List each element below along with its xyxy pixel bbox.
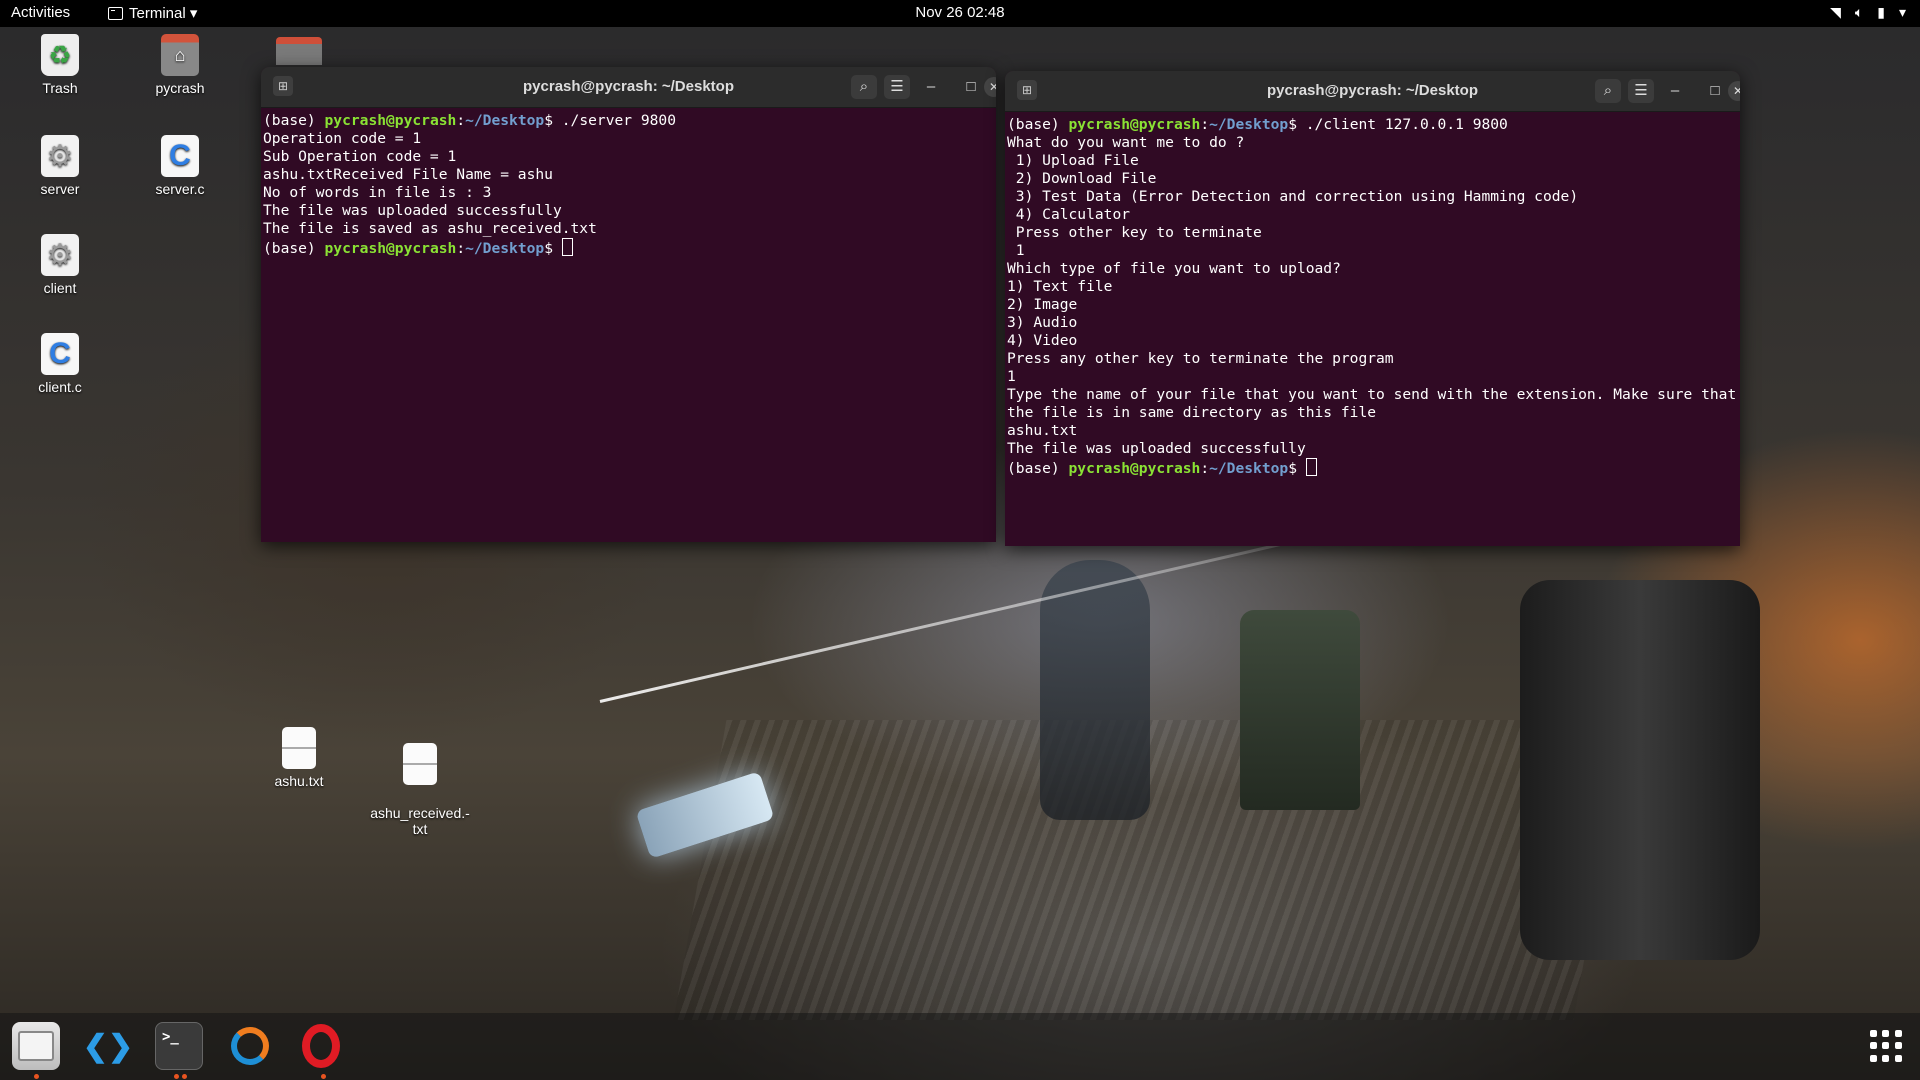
- wallpaper-bin: [1240, 610, 1360, 810]
- prompt-separator: :: [1200, 116, 1210, 133]
- prompt-path: ~/Desktop: [465, 112, 545, 129]
- desktop-icon-pycrash[interactable]: ⌂ pycrash: [130, 34, 230, 96]
- desktop-icon-label: Trash: [42, 80, 78, 96]
- c-source-icon: C: [161, 135, 199, 177]
- prompt-path: ~/Desktop: [1209, 116, 1289, 133]
- running-indicator: [321, 1074, 326, 1079]
- desktop-icon-label: client: [43, 280, 77, 296]
- prompt-end: $: [544, 240, 562, 257]
- prompt-user: pycrash@pycrash: [324, 112, 457, 129]
- prompt-base: (base): [1007, 460, 1069, 477]
- opera-ring: [302, 1024, 340, 1068]
- terminal-icon: [108, 6, 123, 20]
- search-icon[interactable]: ⌕: [851, 75, 877, 99]
- desktop-icon-trash[interactable]: ♻ Trash: [10, 34, 110, 96]
- wifi-icon: ◥: [1830, 4, 1841, 20]
- minimize-icon[interactable]: –: [918, 75, 944, 99]
- executable-icon: ⚙: [41, 234, 79, 276]
- executable-icon: ⚙: [41, 135, 79, 177]
- folder-icon[interactable]: [276, 37, 322, 65]
- desktop-icon-server[interactable]: ⚙ server: [10, 135, 110, 197]
- clock[interactable]: Nov 26 02:48: [915, 4, 1004, 21]
- menu-icon[interactable]: ☰: [884, 75, 910, 99]
- cursor: [561, 238, 573, 256]
- desktop-icon-label: server: [40, 181, 80, 197]
- prompt-base: (base): [263, 112, 325, 129]
- program-output: What do you want me to do ? 1) Upload Fi…: [1007, 134, 1737, 457]
- running-indicator: [34, 1074, 39, 1079]
- prompt-path: ~/Desktop: [1209, 460, 1289, 477]
- files-icon[interactable]: [12, 1022, 60, 1070]
- text-file-icon: [282, 727, 316, 769]
- dock: [0, 1013, 1920, 1080]
- prompt-separator: :: [1200, 460, 1210, 477]
- software-updater-icon[interactable]: [226, 1022, 274, 1070]
- desktop-icon-label: ashu_received.- txt: [370, 805, 470, 837]
- desktop-icon-client-c[interactable]: C client.c: [10, 333, 110, 395]
- desktop-icon-ashu-received[interactable]: ashu_received.- txt: [370, 727, 470, 853]
- terminal-window-client[interactable]: ⊞ pycrash@pycrash: ~/Desktop ⌕ ☰ – □ ✕ (…: [1005, 71, 1740, 546]
- clock-container: Nov 26 02:48: [0, 4, 1920, 21]
- prompt-separator: :: [456, 240, 466, 257]
- text-file-icon: [403, 743, 437, 785]
- top-bar: Activities Terminal ▾ Nov 26 02:48 ◥ 🔈︎ …: [0, 0, 1920, 27]
- battery-icon: ▮: [1877, 4, 1885, 20]
- volume-icon: 🔈︎: [1854, 4, 1864, 20]
- minimize-icon[interactable]: –: [1662, 79, 1688, 103]
- desktop-icon-ashu-txt[interactable]: ashu.txt: [249, 727, 349, 789]
- maximize-icon[interactable]: □: [958, 75, 984, 99]
- desktop-icon-server-c[interactable]: C server.c: [130, 135, 230, 197]
- prompt-user: pycrash@pycrash: [1068, 460, 1201, 477]
- desktop-icon-client[interactable]: ⚙ client: [10, 234, 110, 296]
- maximize-icon[interactable]: □: [1702, 79, 1728, 103]
- titlebar[interactable]: ⊞ pycrash@pycrash: ~/Desktop ⌕ ☰ – □ ✕: [1005, 71, 1740, 112]
- activities-button[interactable]: Activities: [11, 4, 70, 21]
- terminal-icon[interactable]: >_: [155, 1022, 203, 1070]
- terminal-output[interactable]: (base) pycrash@pycrash:~/Desktop$ ./serv…: [261, 108, 996, 262]
- c-source-icon: C: [41, 333, 79, 375]
- prompt-base: (base): [263, 240, 325, 257]
- wallpaper-barrel: [1520, 580, 1760, 960]
- terminal-output[interactable]: (base) pycrash@pycrash:~/Desktop$ ./clie…: [1005, 112, 1740, 482]
- wallpaper-figure: [1040, 560, 1150, 820]
- prompt-path: ~/Desktop: [465, 240, 545, 257]
- app-menu[interactable]: Terminal ▾: [108, 4, 197, 22]
- titlebar[interactable]: ⊞ pycrash@pycrash: ~/Desktop ⌕ ☰ – □ ✕: [261, 67, 996, 108]
- search-icon[interactable]: ⌕: [1595, 79, 1621, 103]
- status-menu[interactable]: ◥ 🔈︎ ▮ ▾: [1830, 4, 1906, 21]
- cursor: [1305, 458, 1317, 476]
- running-indicator: [182, 1074, 187, 1079]
- wallpaper-street: [673, 720, 1627, 1020]
- show-applications-icon[interactable]: [1870, 1030, 1902, 1062]
- prompt-base: (base): [1007, 116, 1069, 133]
- vscode-icon[interactable]: ❮❯: [83, 1022, 133, 1070]
- terminal-window-server[interactable]: ⊞ pycrash@pycrash: ~/Desktop ⌕ ☰ – □ ✕ (…: [261, 67, 996, 542]
- files-folder-shape: [18, 1031, 54, 1061]
- running-indicator: [174, 1074, 179, 1079]
- command-text: ./server 9800: [561, 112, 676, 129]
- desktop-icon-label: server.c: [155, 181, 205, 197]
- program-output: Operation code = 1 Sub Operation code = …: [263, 130, 597, 237]
- opera-icon[interactable]: [297, 1022, 345, 1070]
- prompt-end: $: [544, 112, 562, 129]
- menu-icon[interactable]: ☰: [1628, 79, 1654, 103]
- chevron-down-icon: ▾: [1898, 4, 1906, 20]
- prompt-user: pycrash@pycrash: [324, 240, 457, 257]
- prompt-end: $: [1288, 460, 1306, 477]
- app-menu-label: Terminal ▾: [129, 5, 198, 22]
- updater-ring: [231, 1027, 269, 1065]
- prompt-end: $: [1288, 116, 1306, 133]
- trash-icon: ♻: [41, 34, 79, 76]
- desktop-icon-label: ashu.txt: [274, 773, 324, 789]
- home-folder-icon: ⌂: [161, 34, 199, 76]
- command-text: ./client 127.0.0.1 9800: [1305, 116, 1508, 133]
- prompt-user: pycrash@pycrash: [1068, 116, 1201, 133]
- desktop-icon-label: pycrash: [155, 80, 205, 96]
- prompt-separator: :: [456, 112, 466, 129]
- desktop-icon-label: client.c: [38, 379, 82, 395]
